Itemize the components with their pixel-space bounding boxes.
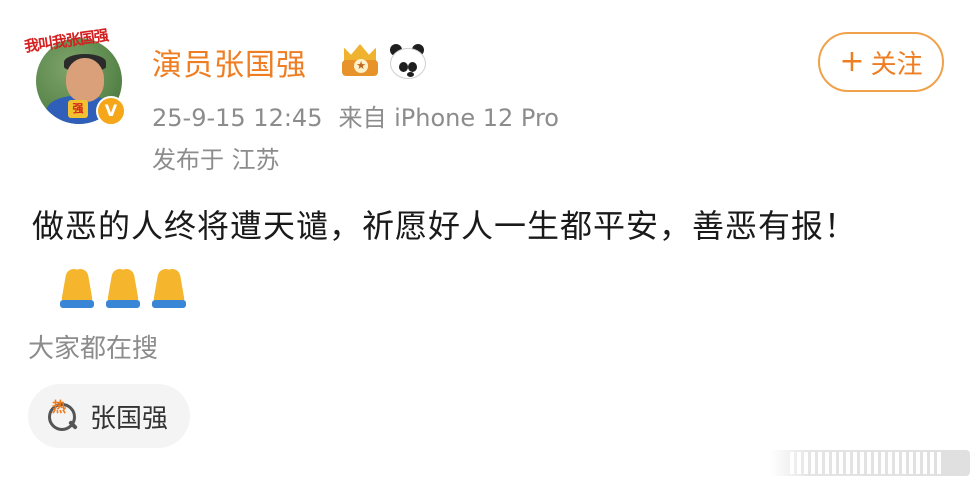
hot-search-chip[interactable]: 热 张国强 bbox=[28, 384, 191, 448]
author-name[interactable]: 演员张国强 bbox=[152, 40, 307, 84]
plus-icon: + bbox=[839, 44, 865, 79]
panda-icon[interactable] bbox=[388, 44, 426, 79]
post-text: 做恶的人终将遭天谴，祈愿好人一生都平安，善恶有报！ bbox=[32, 207, 858, 245]
emoji-row bbox=[58, 267, 188, 308]
avatar-emblem: 强 bbox=[68, 100, 88, 118]
pray-emoji-icon bbox=[58, 267, 96, 308]
watermark bbox=[770, 444, 970, 480]
post-meta: 25-9-15 12:45 来自 iPhone 12 Pro bbox=[152, 98, 559, 133]
post-timestamp: 25-9-15 12:45 bbox=[152, 104, 323, 132]
hot-label: 热 bbox=[52, 400, 66, 416]
crown-badge-icon[interactable]: ★ bbox=[338, 42, 382, 78]
post-body: 做恶的人终将遭天谴，祈愿好人一生都平安，善恶有报！ bbox=[32, 196, 932, 316]
hot-search-label: 张国强 bbox=[90, 403, 169, 434]
everyone-searching-heading: 大家都在搜 bbox=[28, 334, 159, 364]
hot-search-icon: 热 bbox=[46, 397, 80, 435]
pray-emoji-icon bbox=[104, 267, 142, 308]
follow-button-label: 关注 bbox=[870, 49, 923, 80]
verified-badge-icon: V bbox=[96, 96, 126, 126]
post-source: 来自 iPhone 12 Pro bbox=[338, 104, 559, 132]
post-location: 发布于 江苏 bbox=[152, 146, 280, 174]
follow-button[interactable]: + 关注 bbox=[818, 32, 944, 92]
author-avatar[interactable]: 强 我叫我张国强 V bbox=[23, 26, 130, 128]
pray-emoji-icon bbox=[150, 267, 188, 308]
avatar-face bbox=[66, 58, 104, 102]
